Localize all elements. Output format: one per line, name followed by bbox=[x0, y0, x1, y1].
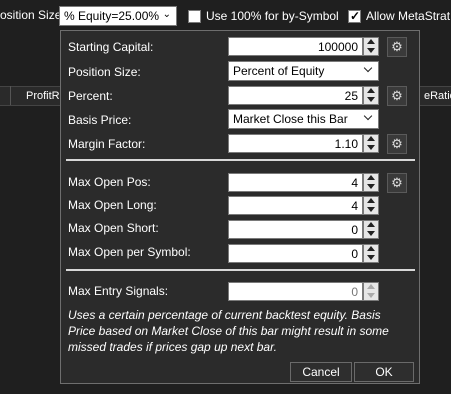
gear-icon[interactable]: ⚙ bbox=[387, 86, 407, 106]
margin-factor-spinner[interactable] bbox=[363, 134, 379, 153]
gear-icon[interactable]: ⚙ bbox=[387, 173, 407, 193]
section-divider bbox=[66, 159, 415, 161]
basis-price-select[interactable]: Market Close this Bar bbox=[228, 109, 379, 129]
basis-price-select-value: Market Close this Bar bbox=[233, 112, 348, 126]
position-size-field-label: Position Size: bbox=[68, 65, 141, 79]
max-entry-signals-input[interactable]: 0 bbox=[228, 282, 363, 301]
use-100-checkbox[interactable] bbox=[188, 10, 201, 23]
max-entry-signals-spinner[interactable] bbox=[363, 282, 379, 301]
percent-spinner[interactable] bbox=[363, 86, 379, 105]
margin-factor-input[interactable]: 1.10 bbox=[228, 134, 363, 153]
starting-capital-spinner[interactable] bbox=[363, 37, 379, 56]
max-open-short-label: Max Open Short: bbox=[68, 221, 159, 235]
cancel-button[interactable]: Cancel bbox=[290, 362, 352, 382]
max-open-per-symbol-input[interactable]: 0 bbox=[228, 244, 363, 263]
position-size-label: osition Size bbox=[0, 8, 62, 22]
percent-label: Percent: bbox=[68, 89, 113, 103]
allow-meta-label: Allow MetaStrat bbox=[366, 9, 451, 23]
max-open-long-spinner[interactable] bbox=[363, 196, 379, 215]
starting-capital-label: Starting Capital: bbox=[68, 40, 154, 54]
use-100-label: Use 100% for by-Symbol bbox=[206, 9, 339, 23]
position-size-select-value: Percent of Equity bbox=[233, 64, 325, 78]
max-open-per-symbol-label: Max Open per Symbol: bbox=[68, 245, 191, 259]
grid-column-profit: ProfitR bbox=[26, 90, 60, 102]
percent-input[interactable]: 25 bbox=[228, 86, 363, 105]
max-open-long-input[interactable]: 4 bbox=[228, 196, 363, 215]
gear-icon[interactable]: ⚙ bbox=[387, 37, 407, 57]
ok-button[interactable]: OK bbox=[354, 362, 414, 382]
position-size-combo-value: % Equity=25.00% bbox=[64, 9, 160, 23]
description-text: Uses a certain percentage of current bac… bbox=[68, 308, 389, 354]
gear-icon[interactable]: ⚙ bbox=[387, 134, 407, 154]
position-size-dialog: Starting Capital: 100000 ⚙ Position Size… bbox=[60, 30, 420, 384]
margin-factor-label: Margin Factor: bbox=[68, 137, 146, 151]
max-open-pos-spinner[interactable] bbox=[363, 173, 379, 192]
max-open-short-input[interactable]: 0 bbox=[228, 220, 363, 239]
checkmark-icon: ✓ bbox=[350, 9, 361, 23]
grid-column-ratio: eRatio bbox=[424, 90, 451, 102]
starting-capital-input[interactable]: 100000 bbox=[228, 37, 363, 56]
max-open-long-label: Max Open Long: bbox=[68, 198, 157, 212]
basis-price-label: Basis Price: bbox=[68, 113, 132, 127]
max-open-pos-label: Max Open Pos: bbox=[68, 175, 151, 189]
chevron-down-icon: ⌄ bbox=[162, 9, 171, 20]
allow-meta-checkbox[interactable]: ✓ bbox=[348, 9, 361, 23]
position-size-select[interactable]: Percent of Equity bbox=[228, 61, 379, 81]
chevron-down-icon bbox=[363, 111, 373, 121]
max-open-per-symbol-spinner[interactable] bbox=[363, 244, 379, 263]
max-open-pos-input[interactable]: 4 bbox=[228, 173, 363, 192]
max-open-short-spinner[interactable] bbox=[363, 220, 379, 239]
section-divider bbox=[66, 269, 415, 271]
max-entry-signals-label: Max Entry Signals: bbox=[68, 284, 169, 298]
grid-column-divider bbox=[10, 86, 11, 105]
position-size-combo[interactable]: % Equity=25.00% ⌄ bbox=[59, 6, 177, 26]
chevron-down-icon bbox=[363, 63, 373, 73]
toolbar: osition Size % Equity=25.00% ⌄ Use 100% … bbox=[0, 0, 451, 32]
